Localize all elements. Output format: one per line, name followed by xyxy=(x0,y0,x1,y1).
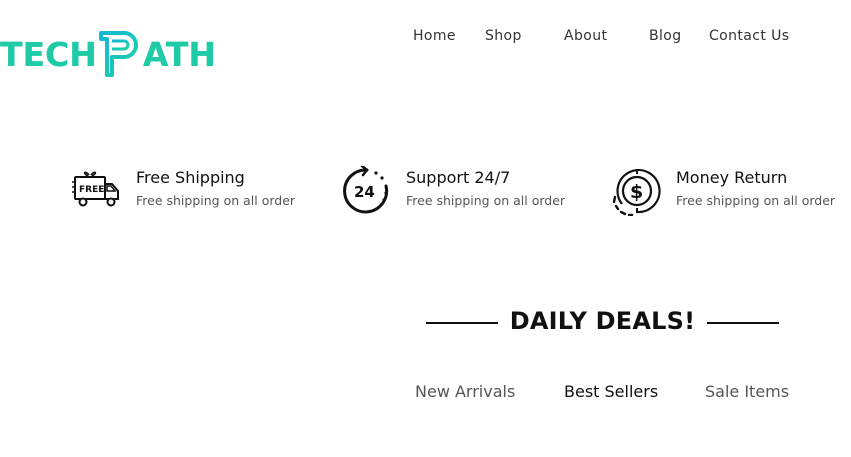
free-delivery-truck-icon: FREE xyxy=(72,166,122,216)
tab-best-sellers[interactable]: Best Sellers xyxy=(564,382,658,401)
feature-title: Free Shipping xyxy=(136,168,245,187)
logo-text-prefix: TECH xyxy=(0,34,97,74)
svg-text:24: 24 xyxy=(354,183,375,201)
nav-contact-us[interactable]: Contact Us xyxy=(709,28,789,44)
feature-subtitle: Free shipping on all order xyxy=(136,193,296,208)
techpath-logo[interactable]: TECH ATH xyxy=(0,28,216,80)
nav-about[interactable]: About xyxy=(564,28,607,44)
feature-free-shipping: FREE Free Shipping Free shipping on all … xyxy=(72,166,295,222)
feature-title: Money Return xyxy=(676,168,788,187)
nav-shop[interactable]: Shop xyxy=(485,28,522,44)
daily-deals-heading: DAILY DEALS! xyxy=(426,307,779,339)
feature-subtitle: Free shipping on all order xyxy=(406,193,566,208)
heading-divider-right xyxy=(707,322,779,324)
feature-text: Free Shipping Free shipping on all order xyxy=(136,166,295,208)
feature-money-return: $ Money Return Free shipping on all orde… xyxy=(612,166,835,222)
nav-home[interactable]: Home xyxy=(413,28,456,44)
feature-subtitle: Free shipping on all order xyxy=(676,193,836,208)
daily-deals-title: DAILY DEALS! xyxy=(509,307,696,335)
svg-text:FREE: FREE xyxy=(79,185,104,195)
feature-title: Support 24/7 xyxy=(406,168,511,187)
money-return-icon: $ xyxy=(612,166,662,217)
support-24-7-icon: 24 xyxy=(342,164,392,216)
logo-text-suffix: ATH xyxy=(142,34,216,74)
tab-new-arrivals[interactable]: New Arrivals xyxy=(415,382,515,401)
page: TECH ATH Home Shop About Blog Contact Us xyxy=(0,0,851,457)
feature-support: 24 Support 24/7 Free shipping on all ord… xyxy=(342,164,565,222)
svg-text:$: $ xyxy=(630,181,643,203)
logo-p-icon xyxy=(98,28,142,80)
feature-text: Money Return Free shipping on all order xyxy=(676,166,835,208)
tab-sale-items[interactable]: Sale Items xyxy=(705,382,789,401)
nav-blog[interactable]: Blog xyxy=(649,28,682,44)
feature-text: Support 24/7 Free shipping on all order xyxy=(406,166,565,208)
